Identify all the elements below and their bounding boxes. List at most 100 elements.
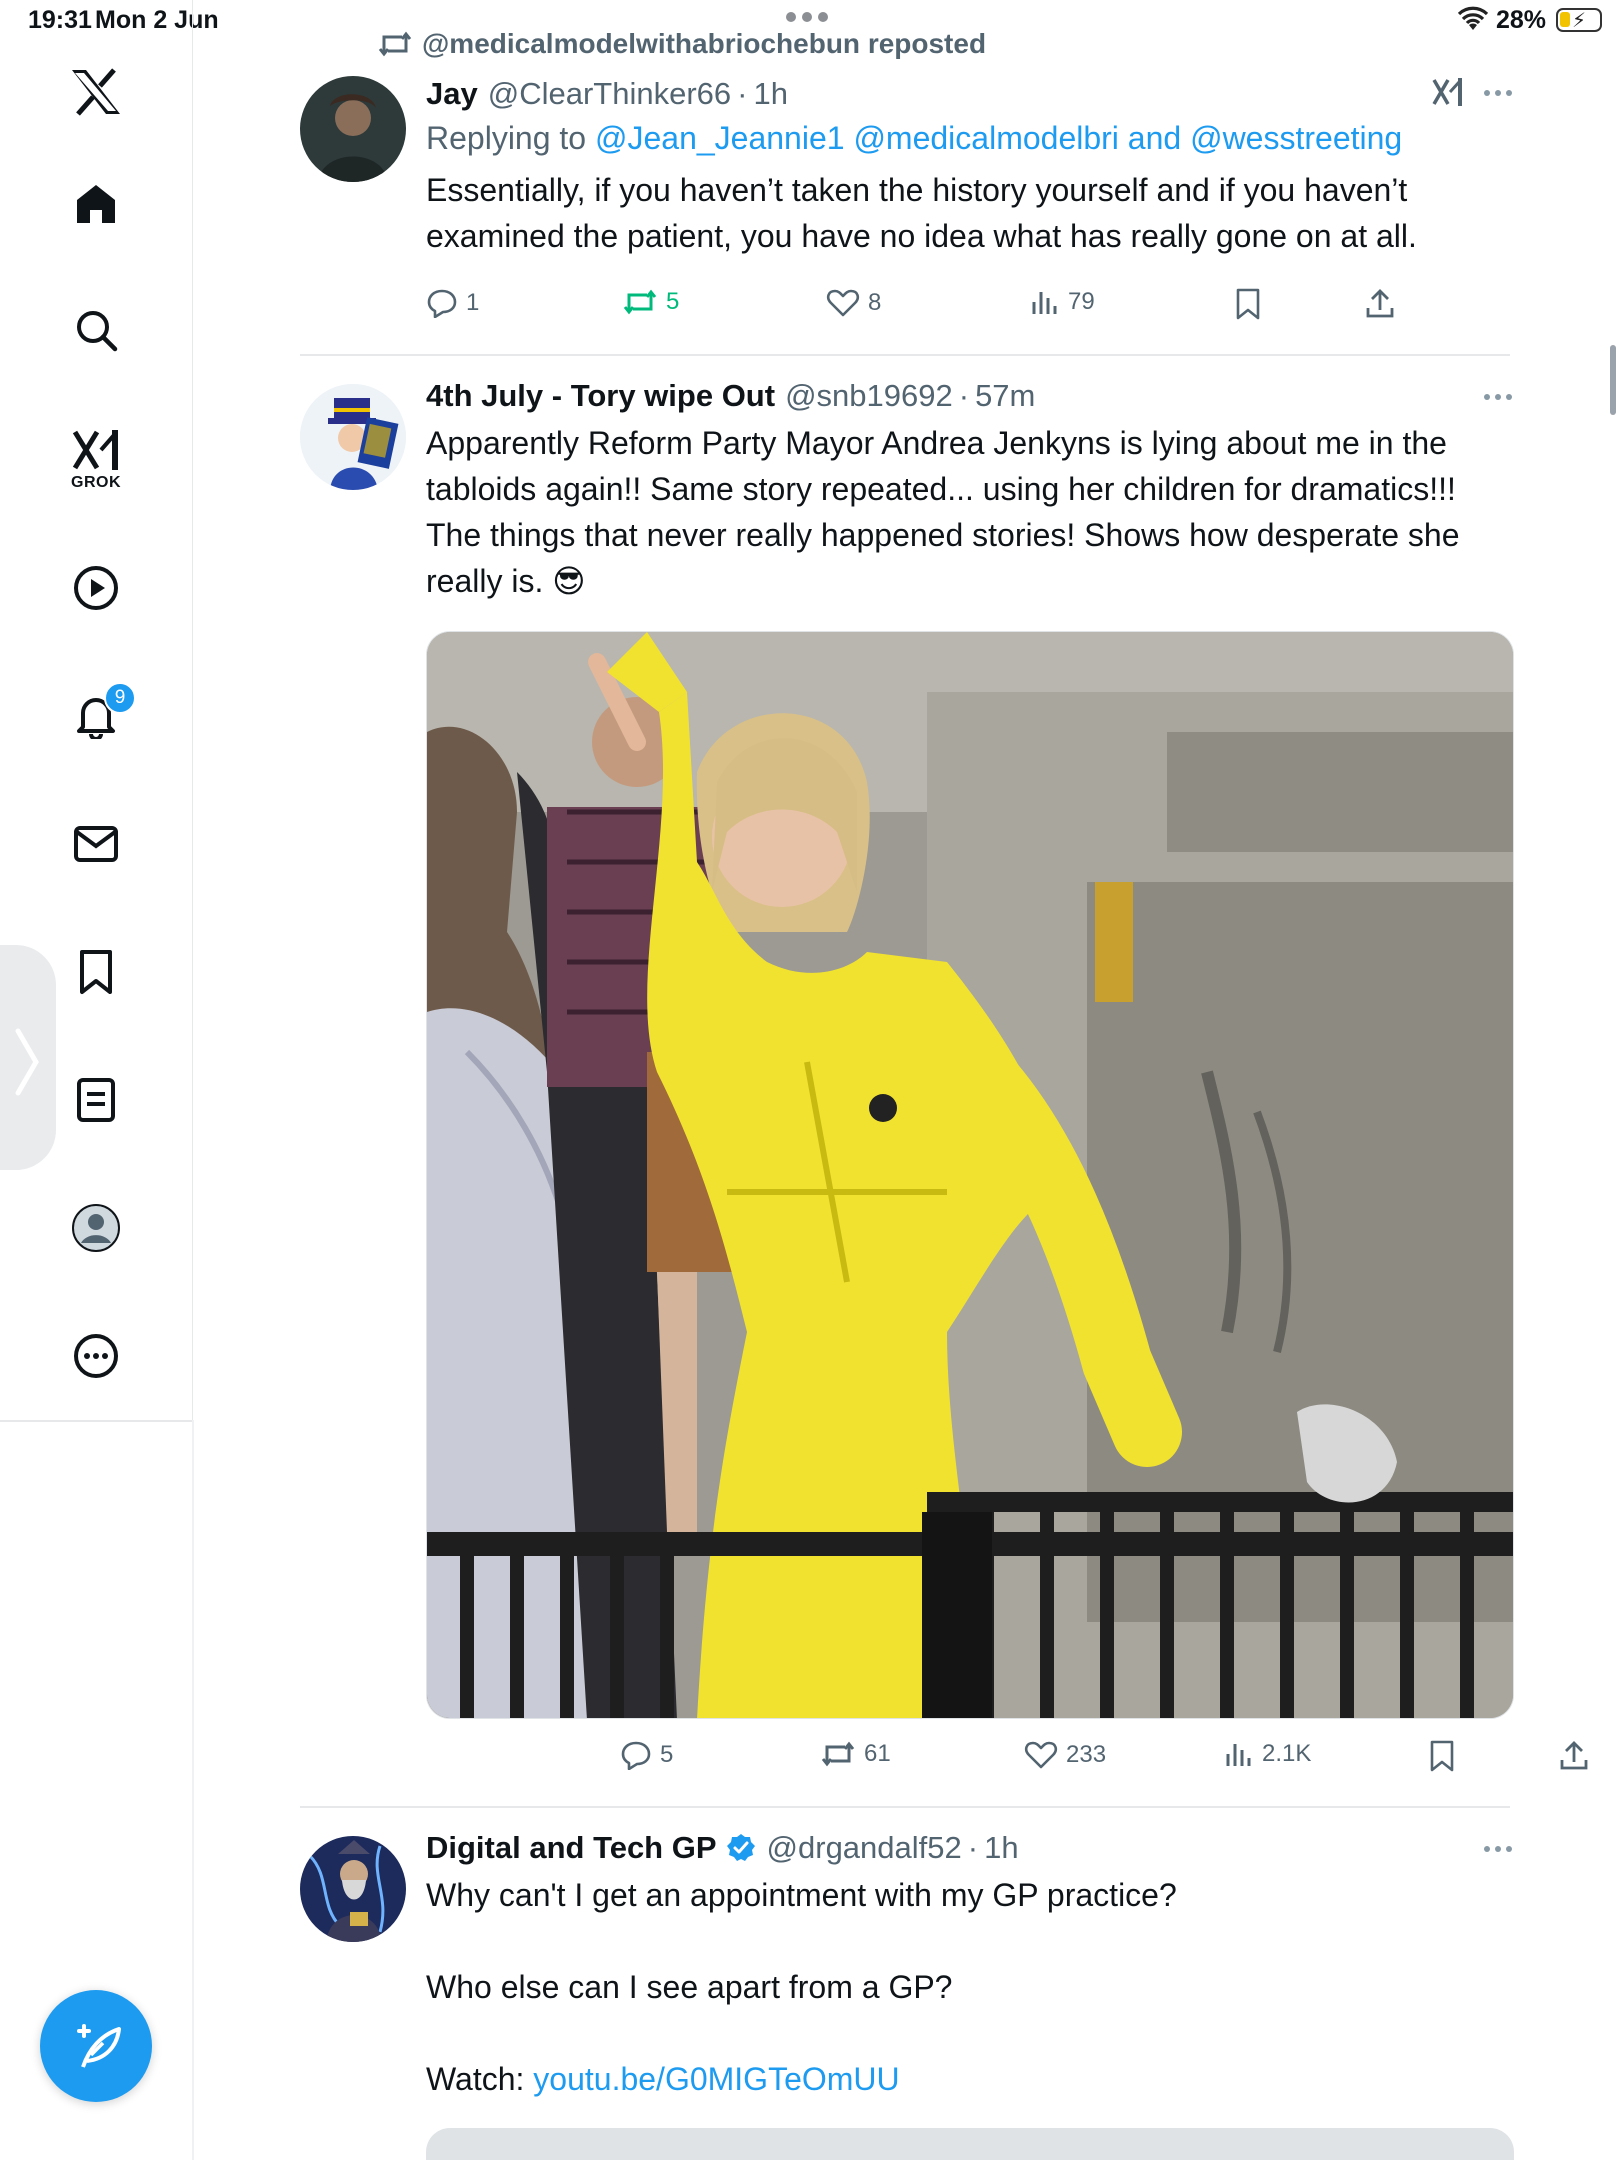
share-icon: [1560, 1741, 1588, 1770]
scrollbar-thumb[interactable]: [1610, 345, 1616, 415]
reply-count: 1: [466, 289, 480, 316]
tweet-header: 4th July - Tory wipe Out @snb19692 · 57m: [426, 376, 1516, 416]
like-count: 8: [868, 289, 882, 316]
tweet-text-line: Who else can I see apart from a GP?: [426, 1969, 953, 2005]
author-name[interactable]: Digital and Tech GP: [426, 1830, 717, 1866]
views-chart-icon: [1032, 292, 1057, 314]
repost-icon: [378, 31, 412, 57]
views-button[interactable]: 2.1K: [1224, 1740, 1311, 1768]
view-count: 2.1K: [1262, 1740, 1312, 1767]
youtube-link[interactable]: youtu.be/G0MIGTeOmUU: [533, 2061, 899, 2097]
separator-dot: ·: [967, 1830, 979, 1865]
tweet-time[interactable]: 1h: [984, 1830, 1018, 1866]
bookmark-icon: [1430, 1740, 1454, 1772]
like-button[interactable]: 8: [826, 288, 881, 318]
timeline: @medicalmodelwithabriochebun reposted Ja…: [194, 0, 1620, 2160]
views-button[interactable]: 79: [1030, 288, 1095, 316]
separator-dot: ·: [958, 378, 970, 413]
tweet-actions: 1 5 8 79: [426, 288, 1426, 328]
heart-icon: [826, 289, 860, 317]
repost-button[interactable]: 61: [820, 1740, 891, 1768]
author-name[interactable]: Jay: [426, 76, 478, 112]
video-icon[interactable]: [56, 548, 136, 628]
repost-icon: [623, 289, 657, 315]
share-icon: [1366, 289, 1394, 318]
grok-icon[interactable]: GROK: [56, 420, 136, 500]
repost-button[interactable]: 5: [622, 288, 679, 316]
notifications-badge: 9: [104, 682, 136, 714]
tweet-header: Digital and Tech GP @drgandalf52 · 1h: [426, 1828, 1516, 1868]
view-count: 79: [1068, 288, 1095, 315]
separator-dot: ·: [737, 76, 748, 111]
x-logo-icon[interactable]: [56, 52, 136, 132]
tweet-text: Apparently Reform Party Mayor Andrea Jen…: [426, 425, 1469, 599]
compose-post-button[interactable]: [40, 1990, 152, 2102]
reply-icon: [427, 289, 457, 318]
watch-prefix: Watch:: [426, 2061, 534, 2097]
messages-envelope-icon[interactable]: [56, 804, 136, 884]
views-chart-icon: [1226, 1744, 1251, 1766]
tweet-divider: [300, 1806, 1510, 1808]
heart-icon: [1024, 1741, 1058, 1769]
sidebar-divider: [0, 1420, 193, 1422]
tweet-text-line: Why can't I get an appointment with my G…: [426, 1877, 1177, 1913]
tweet-body: Digital and Tech GP @drgandalf52 · 1h Wh…: [426, 1828, 1516, 2102]
repost-icon: [821, 1741, 855, 1767]
author-handle[interactable]: @drgandalf52: [767, 1830, 962, 1866]
profile-avatar-icon[interactable]: [56, 1188, 136, 1268]
tweet-body: Jay @ClearThinker66 · 1h Replying to @Je…: [426, 74, 1516, 259]
lists-icon[interactable]: [56, 1060, 136, 1140]
tweet-text: Essentially, if you haven’t taken the hi…: [426, 172, 1417, 254]
tweet-time[interactable]: 57m: [975, 378, 1035, 414]
repost-count: 5: [666, 288, 680, 315]
author-handle[interactable]: @ClearThinker66: [488, 76, 731, 112]
grok-label: GROK: [71, 474, 121, 491]
reply-button[interactable]: 1: [426, 288, 479, 318]
replying-to: Replying to @Jean_Jeannie1 @medicalmodel…: [426, 120, 1516, 157]
bookmark-button[interactable]: [1234, 288, 1262, 320]
repost-count: 61: [864, 1740, 891, 1767]
reply-button[interactable]: 5: [620, 1740, 673, 1770]
author-name[interactable]: 4th July - Tory wipe Out: [426, 378, 775, 414]
like-count: 233: [1066, 1741, 1107, 1768]
replying-to-last[interactable]: @wesstreeting: [1190, 120, 1402, 156]
author-handle[interactable]: @snb19692: [785, 378, 953, 414]
tweet-text-line: Watch: youtu.be/G0MIGTeOmUU: [426, 2056, 1516, 2102]
avatar[interactable]: [300, 1836, 406, 1942]
repost-banner[interactable]: @medicalmodelwithabriochebun reposted: [378, 28, 986, 60]
home-icon[interactable]: [56, 164, 136, 244]
more-options-icon[interactable]: [56, 1316, 136, 1396]
avatar[interactable]: [300, 384, 406, 490]
bookmark-button[interactable]: [1428, 1740, 1456, 1772]
repost-banner-text: @medicalmodelwithabriochebun reposted: [422, 28, 987, 59]
reply-count: 5: [660, 1741, 674, 1768]
notifications-bell-icon[interactable]: 9: [56, 676, 136, 756]
like-button[interactable]: 233: [1024, 1740, 1106, 1770]
tweet-photo[interactable]: [426, 631, 1514, 1719]
sidebar: GROK 9: [0, 0, 193, 1420]
tweet-header: Jay @ClearThinker66 · 1h: [426, 74, 1516, 114]
share-button[interactable]: [1364, 288, 1396, 320]
bookmark-icon: [1236, 288, 1260, 320]
reply-icon: [621, 1741, 651, 1770]
more-options-icon[interactable]: [1484, 394, 1512, 400]
link-card-preview[interactable]: [426, 2128, 1514, 2160]
tweet-time[interactable]: 1h: [753, 76, 787, 112]
tweet-divider: [300, 354, 1510, 356]
share-button[interactable]: [1558, 1740, 1590, 1772]
tweet-body: 4th July - Tory wipe Out @snb19692 · 57m…: [426, 376, 1516, 604]
replying-to-users[interactable]: @Jean_Jeannie1 @medicalmodelbri: [595, 120, 1119, 156]
more-options-icon[interactable]: [1484, 1846, 1512, 1852]
more-options-icon[interactable]: [1484, 90, 1512, 96]
avatar[interactable]: [300, 76, 406, 182]
tweet-actions: 5 61 233 2.1K: [620, 1740, 1620, 1780]
bookmarks-icon[interactable]: [56, 932, 136, 1012]
chevron-right-icon: [15, 1028, 39, 1096]
replying-and: and: [1118, 120, 1191, 156]
replying-prefix: Replying to: [426, 120, 595, 156]
verified-badge-icon: [725, 1832, 757, 1864]
search-icon[interactable]: [56, 290, 136, 370]
grok-explain-icon[interactable]: [1430, 74, 1466, 115]
side-panel-handle[interactable]: [0, 945, 56, 1170]
compose-feather-icon: [77, 2024, 121, 2068]
